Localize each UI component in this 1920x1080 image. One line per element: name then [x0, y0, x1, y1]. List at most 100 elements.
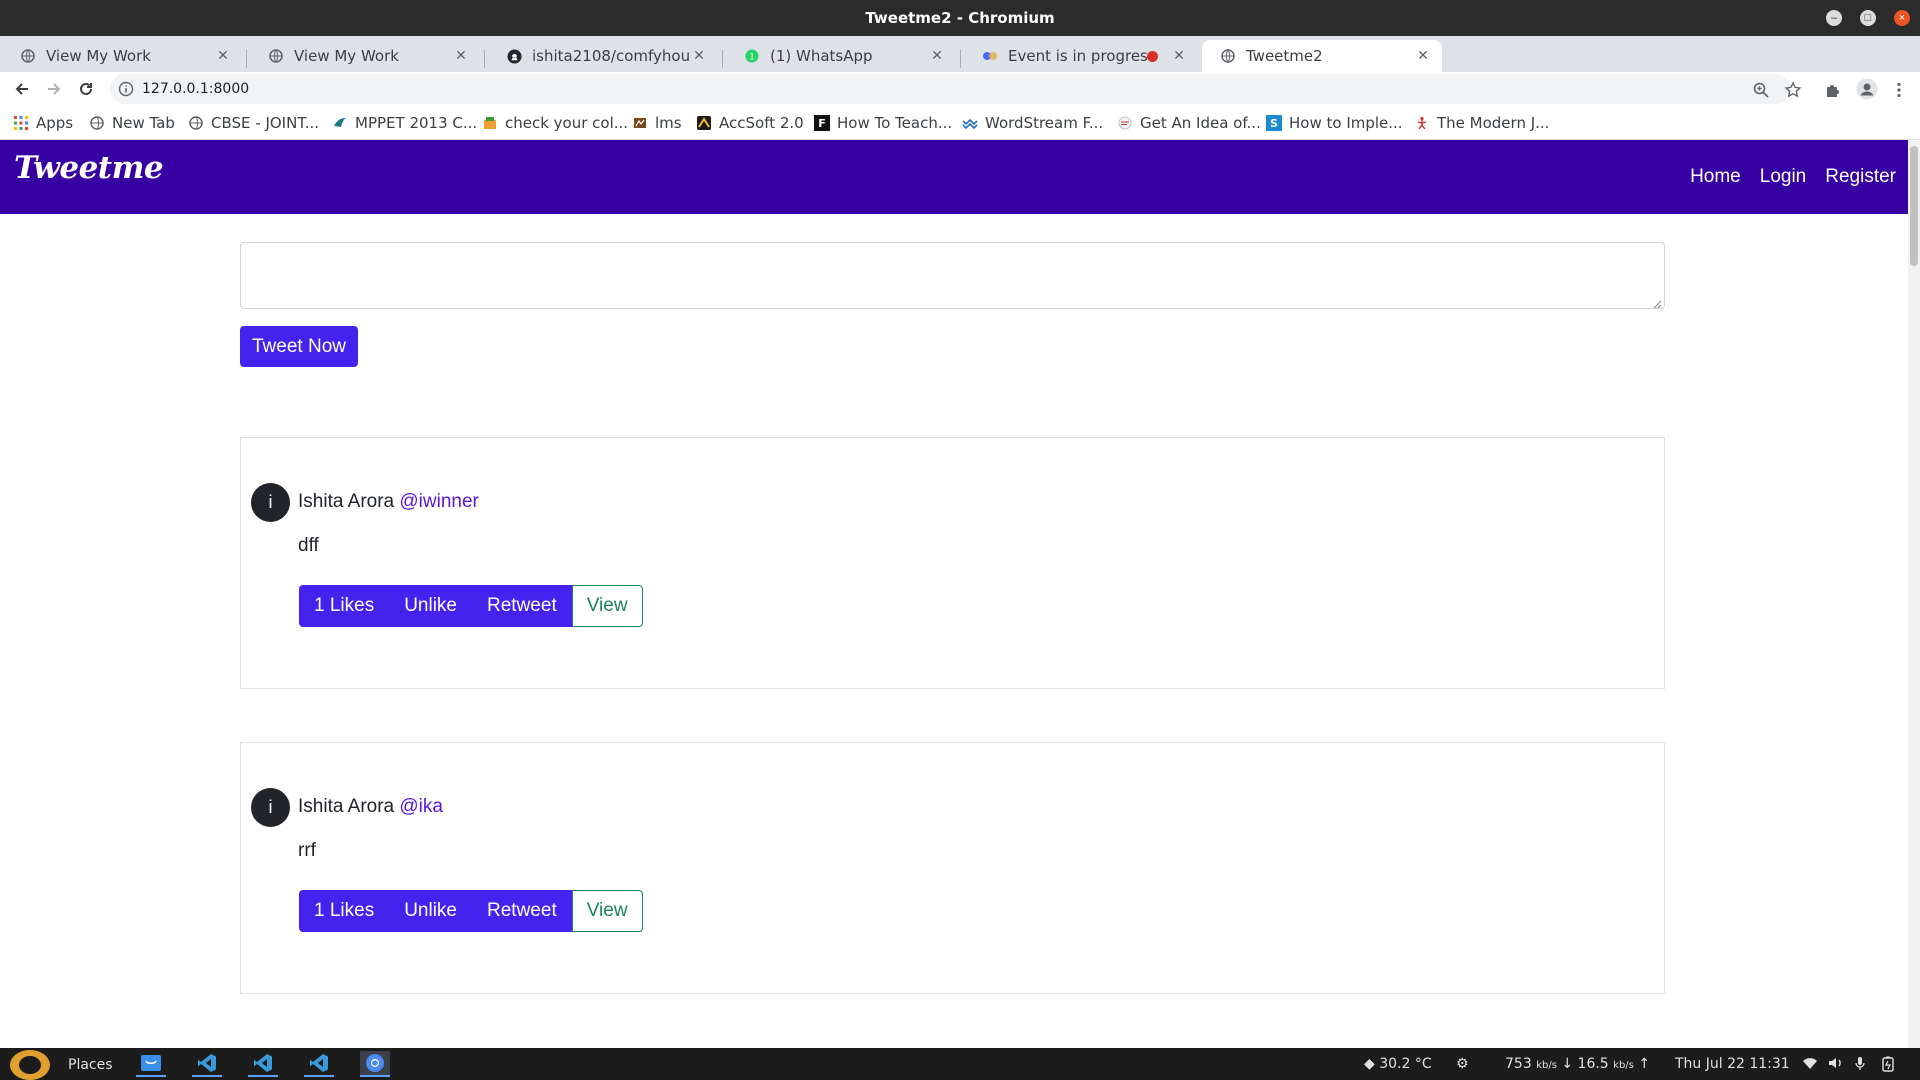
download-speed: 753: [1505, 1056, 1532, 1072]
author-handle-link[interactable]: @iwinner: [399, 491, 478, 512]
author-handle-link[interactable]: @ika: [399, 796, 443, 817]
bookmark-accsoft[interactable]: AccSoft 2.0: [696, 113, 804, 133]
retweet-button[interactable]: Retweet: [472, 890, 572, 932]
globe-icon: [89, 115, 105, 131]
bookmark-cbse[interactable]: CBSE - JOINT...: [188, 113, 319, 133]
date-text: Thu Jul 22: [1675, 1056, 1745, 1072]
forward-arrow-icon[interactable]: [42, 77, 66, 101]
resize-grip-icon[interactable]: [1652, 296, 1662, 309]
author-name: Ishita Arora: [298, 491, 395, 512]
bookmark-label: CBSE - JOINT...: [211, 114, 320, 132]
bookmark-check-college[interactable]: check your col...: [482, 113, 628, 133]
f-icon: F: [814, 115, 830, 131]
close-tab-icon[interactable]: ✕: [1170, 48, 1188, 64]
avatar: i: [251, 788, 290, 827]
bookmark-star-icon[interactable]: [1784, 81, 1802, 99]
view-button[interactable]: View: [571, 890, 643, 932]
places-menu[interactable]: Places: [68, 1048, 113, 1080]
recording-indicator-icon: [1147, 50, 1158, 62]
tweet-card: i Ishita Arora @iwinner dff 1 Likes Unli…: [240, 437, 1665, 689]
browser-menu-icon[interactable]: [1890, 81, 1908, 99]
site-info-icon[interactable]: [118, 81, 134, 97]
tweet-now-button[interactable]: Tweet Now: [240, 326, 358, 367]
bookmark-modern-j[interactable]: The Modern J...: [1414, 113, 1549, 133]
minimize-window-button[interactable]: –: [1826, 10, 1842, 26]
bookmark-mppet[interactable]: MPPET 2013 C...: [332, 113, 477, 133]
bookmark-apps[interactable]: Apps: [13, 113, 73, 133]
tab-github-comfyhouse[interactable]: ishita2108/comfyhouse ✕: [488, 40, 718, 72]
tab-view-my-work-1[interactable]: View My Work ✕: [2, 40, 242, 72]
maximize-window-button[interactable]: □: [1860, 10, 1876, 26]
tab-label: Event is in progress...: [1008, 47, 1147, 65]
retweet-button[interactable]: Retweet: [472, 585, 572, 627]
close-tab-icon[interactable]: ✕: [928, 48, 946, 64]
unlike-button[interactable]: Unlike: [389, 585, 473, 627]
os-logo-icon[interactable]: [10, 1050, 50, 1080]
chromium-icon[interactable]: [360, 1051, 390, 1077]
avatar: i: [251, 483, 290, 522]
tab-label: View My Work: [46, 47, 151, 65]
profile-avatar-icon[interactable]: [1856, 78, 1878, 100]
wifi-icon[interactable]: [1802, 1056, 1818, 1074]
tab-event-in-progress[interactable]: Event is in progress... ✕: [964, 40, 1198, 72]
window-titlebar: Tweetme2 - Chromium – □ ×: [0, 0, 1920, 36]
likes-button[interactable]: 1 Likes: [299, 890, 390, 932]
temperature-indicator: ◆ 30.2 °C: [1364, 1048, 1432, 1080]
tweet-content: dff: [298, 535, 319, 556]
tab-tweetme2[interactable]: Tweetme2 ✕: [1202, 40, 1442, 72]
microphone-icon[interactable]: [1854, 1056, 1866, 1075]
unlike-button[interactable]: Unlike: [389, 890, 473, 932]
close-tab-icon[interactable]: ✕: [1414, 48, 1432, 64]
tweet-textarea[interactable]: [240, 242, 1665, 309]
address-bar[interactable]: 127.0.0.1:8000: [110, 74, 1790, 104]
nav-register-link[interactable]: Register: [1825, 166, 1896, 188]
battery-icon[interactable]: [1880, 1056, 1896, 1076]
apps-grid-icon: [13, 115, 29, 131]
vscode-icon[interactable]: [304, 1051, 334, 1077]
upload-arrow-icon: ↑: [1638, 1056, 1651, 1072]
github-icon: [506, 48, 522, 64]
system-monitor-icon[interactable]: ⚙: [1456, 1048, 1469, 1080]
back-arrow-icon[interactable]: [10, 77, 34, 101]
bookmark-wordstream[interactable]: WordStream F...: [962, 113, 1103, 133]
tab-strip: View My Work ✕ View My Work ✕ ishita2108…: [0, 36, 1920, 99]
likes-button[interactable]: 1 Likes: [299, 585, 390, 627]
brand-logo[interactable]: Tweetme: [14, 150, 164, 186]
tab-view-my-work-2[interactable]: View My Work ✕: [250, 40, 480, 72]
vscode-icon[interactable]: [248, 1051, 278, 1077]
close-tab-icon[interactable]: ✕: [690, 48, 708, 64]
nav-home-link[interactable]: Home: [1690, 166, 1741, 188]
bookmark-how-to-teach[interactable]: F How To Teach...: [814, 113, 952, 133]
extensions-puzzle-icon[interactable]: [1824, 81, 1842, 99]
close-window-button[interactable]: ×: [1894, 10, 1910, 26]
reload-icon[interactable]: [74, 77, 98, 101]
close-tab-icon[interactable]: ✕: [214, 48, 232, 64]
page-scrollbar[interactable]: [1908, 140, 1920, 1048]
nav-login-link[interactable]: Login: [1760, 166, 1807, 188]
tab-whatsapp[interactable]: 1 (1) WhatsApp ✕: [726, 40, 956, 72]
vscode-icon[interactable]: [192, 1051, 222, 1077]
bookmark-how-to-imple[interactable]: S How to Imple...: [1266, 113, 1403, 133]
clock[interactable]: Thu Jul 22 11:31: [1675, 1048, 1790, 1080]
tab-separator: [246, 50, 247, 68]
volume-icon[interactable]: [1828, 1056, 1844, 1074]
window-title: Tweetme2 - Chromium: [865, 9, 1055, 27]
bookmark-label: Apps: [36, 114, 74, 132]
time-text: 11:31: [1749, 1056, 1790, 1072]
tweet-content: rrf: [298, 840, 316, 861]
s-icon: S: [1266, 115, 1282, 131]
bookmark-get-an-idea[interactable]: Get An Idea of...: [1117, 113, 1261, 133]
temperature-text: 30.2 °C: [1379, 1056, 1432, 1072]
bookmark-lms[interactable]: lms: [632, 113, 682, 133]
zoom-icon[interactable]: [1752, 81, 1770, 99]
bookmark-label: check your col...: [505, 114, 629, 132]
close-tab-icon[interactable]: ✕: [452, 48, 470, 64]
file-manager-icon[interactable]: [136, 1051, 166, 1077]
scrollbar-thumb[interactable]: [1910, 146, 1918, 266]
bookmark-new-tab[interactable]: New Tab: [89, 113, 175, 133]
bookmark-label: Get An Idea of...: [1140, 114, 1261, 132]
bookmark-label: How to Imple...: [1289, 114, 1403, 132]
view-button[interactable]: View: [571, 585, 643, 627]
nav-links: Home Login Register: [1671, 140, 1896, 214]
url-text: 127.0.0.1:8000: [142, 81, 250, 97]
